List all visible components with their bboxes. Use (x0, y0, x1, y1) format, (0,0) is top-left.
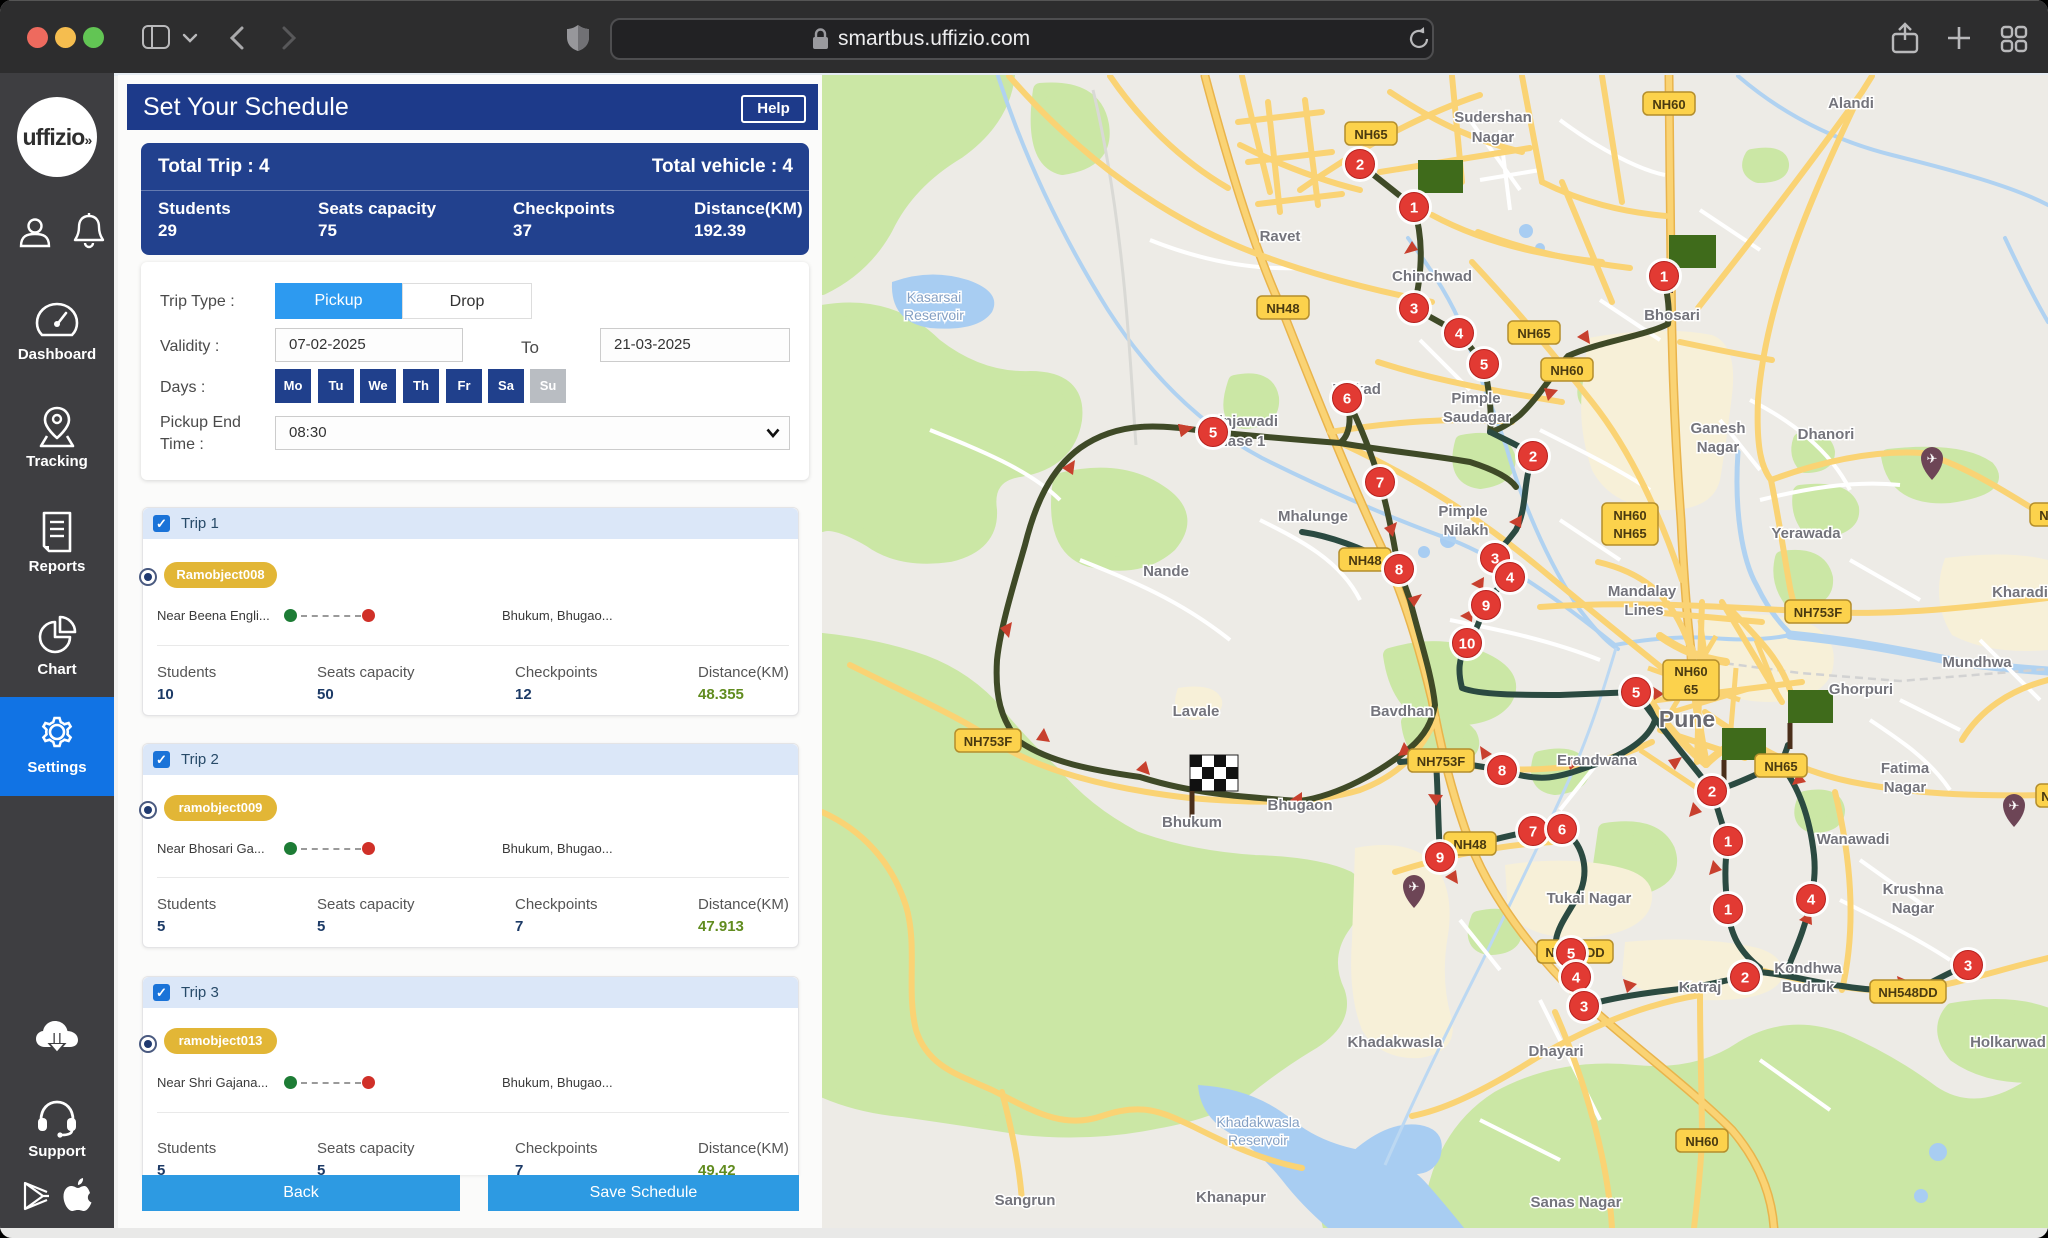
svg-text:4: 4 (1455, 326, 1464, 343)
svg-text:Ravet: Ravet (1260, 228, 1301, 245)
svg-text:NH65: NH65 (1613, 526, 1646, 541)
svg-text:Reservoir: Reservoir (904, 307, 964, 323)
svg-text:✈: ✈ (1927, 451, 1938, 466)
svg-text:Bhukum: Bhukum (1162, 814, 1222, 831)
svg-text:3: 3 (1410, 301, 1418, 318)
svg-text:Khadakwasla: Khadakwasla (1216, 1114, 1299, 1130)
svg-text:Lavale: Lavale (1173, 703, 1220, 720)
svg-text:Reservoir: Reservoir (1228, 1132, 1288, 1148)
svg-text:Nande: Nande (1143, 563, 1189, 580)
svg-text:Mundhwa: Mundhwa (1942, 654, 2012, 671)
svg-text:Dhanori: Dhanori (1798, 426, 1855, 443)
svg-text:Khadakwasla: Khadakwasla (1347, 1034, 1443, 1051)
svg-text:NH48: NH48 (1266, 301, 1299, 316)
svg-text:2: 2 (1529, 449, 1537, 466)
svg-text:Chinchwad: Chinchwad (1392, 268, 1472, 285)
svg-text:8: 8 (1395, 562, 1403, 579)
svg-text:6: 6 (1343, 391, 1351, 408)
svg-text:Pimple: Pimple (1438, 503, 1487, 520)
svg-text:Bhosari: Bhosari (1644, 307, 1700, 324)
svg-text:Krushna: Krushna (1883, 881, 1945, 898)
svg-text:Ghorpuri: Ghorpuri (1829, 681, 1893, 698)
svg-text:NH753F: NH753F (1417, 754, 1465, 769)
svg-text:Ganesh: Ganesh (1690, 420, 1745, 437)
svg-text:Lines: Lines (1624, 602, 1663, 619)
svg-text:7: 7 (1376, 475, 1384, 492)
svg-text:Wanawadi: Wanawadi (1817, 831, 1890, 848)
svg-text:1: 1 (1410, 200, 1418, 217)
svg-text:9: 9 (1482, 598, 1490, 615)
svg-text:Yerawada: Yerawada (1771, 525, 1841, 542)
svg-text:3: 3 (1964, 958, 1972, 975)
svg-text:Alandi: Alandi (1828, 95, 1874, 112)
svg-text:5: 5 (1480, 357, 1488, 374)
svg-text:Bavdhan: Bavdhan (1370, 703, 1433, 720)
svg-text:NH60: NH60 (1550, 363, 1583, 378)
svg-text:NH60: NH60 (1613, 508, 1646, 523)
svg-text:NH65: NH65 (1354, 127, 1387, 142)
svg-text:10: 10 (1459, 636, 1476, 653)
svg-text:NH60: NH60 (1685, 1134, 1718, 1149)
svg-text:Tukai Nagar: Tukai Nagar (1547, 890, 1632, 907)
svg-text:Erandwana: Erandwana (1557, 752, 1638, 769)
svg-text:Katraj: Katraj (1679, 979, 1722, 996)
svg-text:Kasarsai: Kasarsai (907, 289, 961, 305)
svg-text:Pune: Pune (1659, 706, 1715, 732)
svg-text:2: 2 (1741, 970, 1749, 987)
svg-text:Sanas Nagar: Sanas Nagar (1531, 1194, 1622, 1211)
svg-text:2: 2 (1708, 784, 1716, 801)
svg-text:NH548DD: NH548DD (1878, 985, 1937, 1000)
svg-text:Nagar: Nagar (1892, 900, 1935, 917)
svg-text:1: 1 (1660, 269, 1668, 286)
svg-text:8: 8 (1498, 763, 1506, 780)
svg-text:Pimple: Pimple (1451, 390, 1500, 407)
svg-text:Bhugaon: Bhugaon (1268, 797, 1333, 814)
svg-text:9: 9 (1436, 850, 1444, 867)
svg-text:NH60: NH60 (1652, 97, 1685, 112)
svg-text:Nagar: Nagar (1697, 439, 1740, 456)
svg-text:Saudagar: Saudagar (1443, 409, 1512, 426)
svg-text:✈: ✈ (1409, 879, 1420, 894)
svg-text:1: 1 (1724, 834, 1732, 851)
svg-text:Sudershan: Sudershan (1454, 109, 1532, 126)
svg-text:Mhalunge: Mhalunge (1278, 508, 1348, 525)
svg-text:NH48: NH48 (1453, 837, 1486, 852)
svg-text:Fatima: Fatima (1881, 760, 1930, 777)
svg-text:NH60: NH60 (1674, 664, 1707, 679)
svg-text:5: 5 (1632, 685, 1640, 702)
svg-text:Mandalay: Mandalay (1608, 583, 1677, 600)
svg-text:Holkarwad: Holkarwad (1970, 1034, 2046, 1051)
svg-text:Sangrun: Sangrun (995, 1192, 1056, 1209)
svg-text:Nagar: Nagar (1884, 779, 1927, 796)
svg-text:Nagar: Nagar (1472, 129, 1515, 146)
svg-text:1: 1 (1724, 902, 1732, 919)
svg-text:✈: ✈ (2009, 798, 2020, 813)
svg-text:4: 4 (1506, 570, 1515, 587)
svg-text:4: 4 (1572, 970, 1581, 987)
svg-text:65: 65 (1684, 682, 1698, 697)
svg-text:3: 3 (1580, 999, 1588, 1016)
svg-text:Dhayari: Dhayari (1528, 1043, 1583, 1060)
svg-text:NH753F: NH753F (964, 734, 1012, 749)
svg-text:Kondhwa: Kondhwa (1774, 960, 1842, 977)
svg-text:6: 6 (1558, 822, 1566, 839)
svg-text:Budruk: Budruk (1782, 979, 1835, 996)
svg-text:N: N (2041, 789, 2048, 804)
svg-text:Khanapur: Khanapur (1196, 1189, 1266, 1206)
svg-text:7: 7 (1529, 824, 1537, 841)
svg-text:NH65: NH65 (1764, 759, 1797, 774)
svg-text:NH48: NH48 (1348, 553, 1381, 568)
svg-text:2: 2 (1356, 157, 1364, 174)
svg-text:Kharadi: Kharadi (1992, 584, 2048, 601)
svg-text:NH65: NH65 (1517, 326, 1550, 341)
svg-text:5: 5 (1209, 425, 1217, 442)
svg-text:4: 4 (1807, 892, 1816, 909)
svg-text:N: N (2039, 508, 2048, 523)
svg-text:Nilakh: Nilakh (1443, 522, 1488, 539)
svg-text:NH753F: NH753F (1794, 605, 1842, 620)
